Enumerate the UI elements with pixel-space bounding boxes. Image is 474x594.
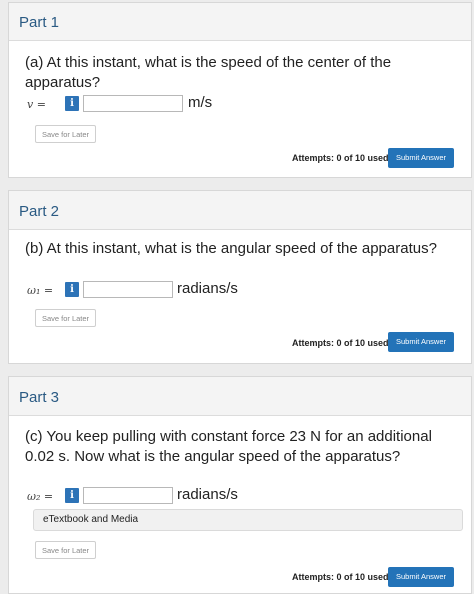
part-1-unit: m/s [188, 94, 213, 111]
part-3-variable-label: ω₂ = [27, 490, 54, 503]
part-1-submit-button[interactable]: Submit Answer [388, 148, 454, 168]
part-3-header: Part 3 [9, 377, 471, 416]
part-3-card: Part 3 (c) You keep pulling with constan… [8, 376, 472, 594]
part-2-header: Part 2 [9, 191, 471, 230]
part-1-card: Part 1 (a) At this instant, what is the … [8, 2, 472, 178]
part-3-attempts: Attempts: 0 of 10 used [292, 572, 389, 582]
part-1-answer-input[interactable] [83, 95, 183, 112]
part-2-question: (b) At this instant, what is the angular… [25, 240, 437, 257]
part-3-title: Part 3 [19, 389, 60, 406]
info-icon[interactable]: i [65, 282, 79, 297]
part-3-save-for-later-button[interactable]: Save for Later [35, 541, 96, 559]
info-icon[interactable]: i [65, 96, 79, 111]
part-1-header: Part 1 [9, 3, 471, 41]
part-3-answer-input[interactable] [83, 487, 173, 504]
part-2-save-for-later-button[interactable]: Save for Later [35, 309, 96, 327]
part-3-question: (c) You keep pulling with constant force… [25, 428, 432, 465]
part-2-unit: radians/s [177, 280, 238, 297]
part-2-submit-button[interactable]: Submit Answer [388, 332, 454, 352]
part-3-unit: radians/s [177, 486, 238, 503]
part-2-title: Part 2 [19, 203, 60, 220]
part-2-variable-label: ω₁ = [27, 284, 54, 297]
part-1-question: (a) At this instant, what is the speed o… [25, 54, 392, 91]
part-1-variable-label: v = [27, 98, 46, 111]
part-1-title: Part 1 [19, 14, 60, 31]
part-2-attempts: Attempts: 0 of 10 used [292, 338, 389, 348]
etextbook-and-media-link[interactable]: eTextbook and Media [33, 509, 463, 531]
part-1-save-for-later-button[interactable]: Save for Later [35, 125, 96, 143]
part-2-answer-input[interactable] [83, 281, 173, 298]
part-3-answer-row: ω₂ = i radians/s [25, 486, 465, 509]
part-2-card: Part 2 (b) At this instant, what is the … [8, 190, 472, 364]
part-1-attempts: Attempts: 0 of 10 used [292, 153, 389, 163]
part-1-answer-row: v = i m/s [25, 94, 465, 117]
info-icon[interactable]: i [65, 488, 79, 503]
part-2-answer-row: ω₁ = i radians/s [25, 280, 465, 303]
part-3-submit-button[interactable]: Submit Answer [388, 567, 454, 587]
